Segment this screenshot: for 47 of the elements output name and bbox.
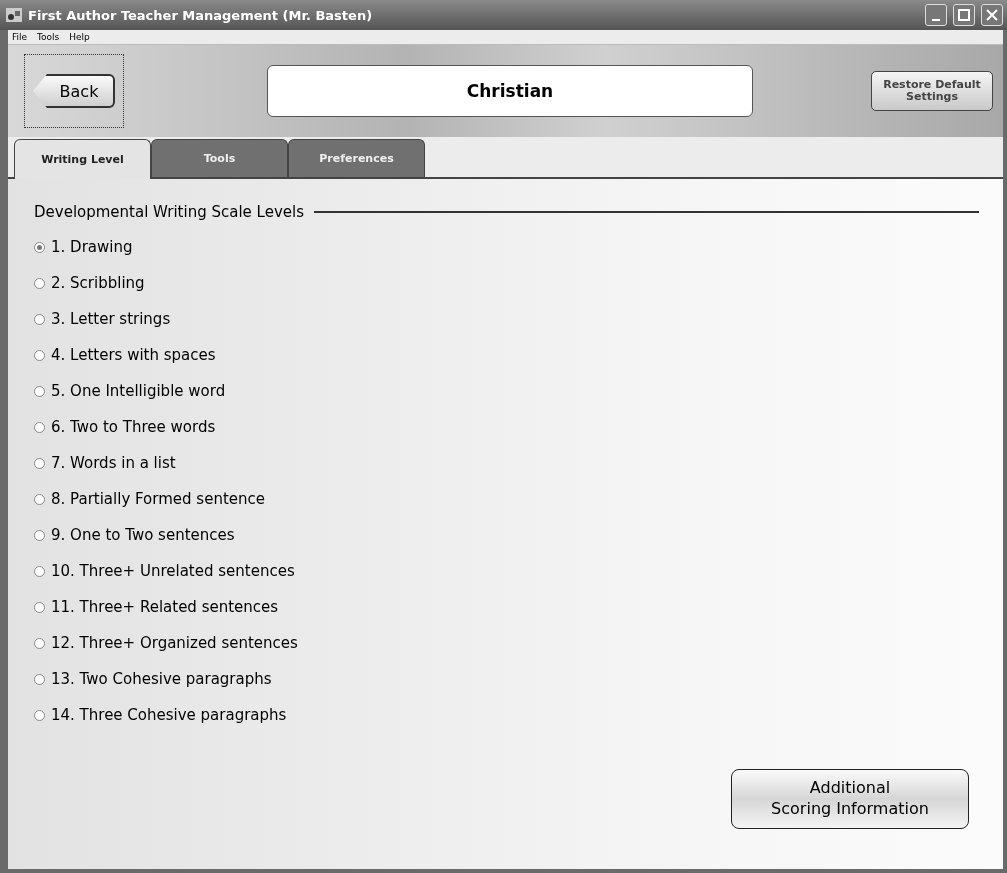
maximize-button[interactable] [953, 4, 975, 26]
radio-button[interactable] [34, 601, 45, 613]
level-label[interactable]: 6. Two to Three words [51, 418, 216, 436]
additional-scoring-button[interactable]: Additional Scoring Information [731, 769, 969, 829]
level-label[interactable]: 12. Three+ Organized sentences [51, 634, 298, 652]
radio-button[interactable] [34, 349, 45, 361]
tab[interactable]: Writing Level [14, 139, 151, 179]
student-name: Christian [267, 65, 753, 117]
level-label[interactable]: 9. One to Two sentences [51, 526, 235, 544]
tab[interactable]: Preferences [288, 139, 425, 177]
menu-item[interactable]: File [12, 32, 28, 42]
radio-button[interactable] [34, 673, 45, 685]
level-label[interactable]: 10. Three+ Unrelated sentences [51, 562, 295, 580]
radio-button[interactable] [34, 493, 45, 505]
radio-button[interactable] [34, 277, 45, 289]
app-icon [6, 8, 22, 22]
minimize-icon [932, 19, 940, 21]
level-label[interactable]: 13. Two Cohesive paragraphs [51, 670, 272, 688]
level-label[interactable]: 3. Letter strings [51, 310, 171, 328]
menu-item[interactable]: Help [69, 32, 90, 42]
radio-button[interactable] [34, 529, 45, 541]
maximize-icon [958, 9, 970, 21]
radio-button[interactable] [34, 565, 45, 577]
level-label[interactable]: 8. Partially Formed sentence [51, 490, 265, 508]
level-label[interactable]: 11. Three+ Related sentences [51, 598, 279, 616]
level-label[interactable]: 2. Scribbling [51, 274, 145, 292]
tab[interactable]: Tools [151, 139, 288, 177]
close-button[interactable] [981, 4, 1003, 26]
radio-button[interactable] [34, 421, 45, 433]
level-label[interactable]: 5. One Intelligible word [51, 382, 226, 400]
close-icon [986, 9, 998, 21]
restore-defaults-button[interactable]: Restore Default Settings [871, 71, 993, 111]
level-label[interactable]: 1. Drawing [51, 238, 133, 256]
radio-button[interactable] [34, 385, 45, 397]
radio-button[interactable] [34, 637, 45, 649]
minimize-button[interactable] [925, 4, 947, 26]
radio-button[interactable] [34, 241, 45, 253]
back-button[interactable]: Back [33, 74, 115, 108]
radio-button[interactable] [34, 313, 45, 325]
level-label[interactable]: 14. Three Cohesive paragraphs [51, 706, 287, 724]
level-label[interactable]: 7. Words in a list [51, 454, 176, 472]
menu-item[interactable]: Tools [37, 32, 60, 42]
radio-button[interactable] [34, 457, 45, 469]
radio-button[interactable] [34, 709, 45, 721]
section-title: Developmental Writing Scale Levels [34, 203, 304, 221]
window-title: First Author Teacher Management (Mr. Basten) [28, 7, 374, 23]
level-label[interactable]: 4. Letters with spaces [51, 346, 216, 364]
